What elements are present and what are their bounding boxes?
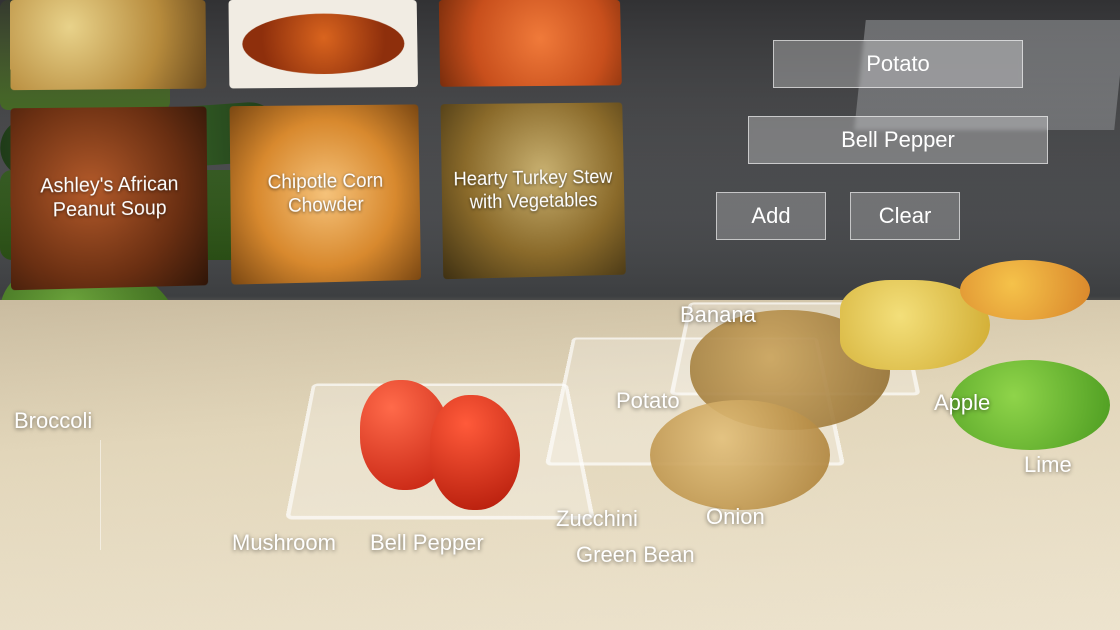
add-button[interactable]: Add [716, 192, 826, 240]
chip-label: Bell Pepper [841, 127, 955, 152]
recipe-card[interactable] [439, 0, 622, 87]
prop-limes [950, 360, 1110, 450]
recipe-card[interactable] [229, 0, 418, 88]
chip-label: Potato [866, 51, 930, 76]
leader-line [100, 440, 101, 550]
selected-ingredient-chip[interactable]: Bell Pepper [748, 116, 1048, 164]
recipe-title: Hearty Turkey Stew with Vegetables [449, 166, 617, 215]
prop-apples [960, 260, 1090, 320]
ar-kitchen-scene: Ashley's African Peanut Soup Chipotle Co… [0, 0, 1120, 630]
selected-ingredient-chip[interactable]: Potato [773, 40, 1023, 88]
recipe-card[interactable]: Hearty Turkey Stew with Vegetables [440, 102, 625, 279]
clear-button[interactable]: Clear [850, 192, 960, 240]
recipe-card[interactable]: Chipotle Corn Chowder [230, 104, 421, 284]
recipe-title: Ashley's African Peanut Soup [19, 172, 200, 223]
prop-bell-pepper [430, 395, 520, 510]
recipe-results-panel: Ashley's African Peanut Soup Chipotle Co… [10, 0, 628, 292]
recipe-card[interactable]: Ashley's African Peanut Soup [10, 106, 208, 290]
ingredient-selection-panel: Potato Bell Pepper Add Clear [698, 40, 1098, 240]
button-label: Add [751, 203, 790, 228]
recipe-title: Chipotle Corn Chowder [238, 169, 413, 219]
button-label: Clear [879, 203, 932, 228]
prop-onions [650, 400, 830, 510]
recipe-card[interactable] [10, 0, 206, 90]
